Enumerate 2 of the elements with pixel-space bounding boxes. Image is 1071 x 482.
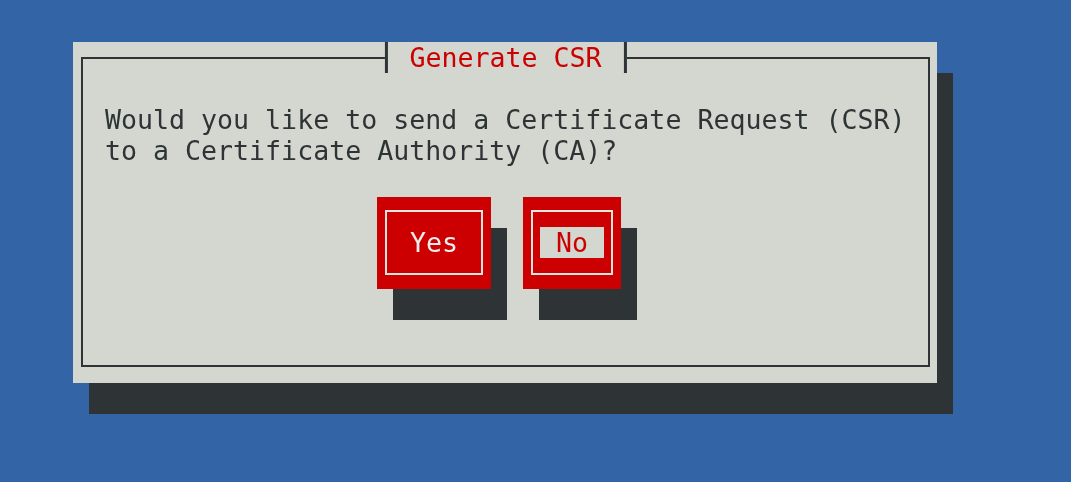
dialog-title: Generate CSR xyxy=(384,42,627,73)
dialog-message: Would you like to send a Certificate Request (CSR) to a Certificate Authority (CA)? xyxy=(105,104,907,166)
